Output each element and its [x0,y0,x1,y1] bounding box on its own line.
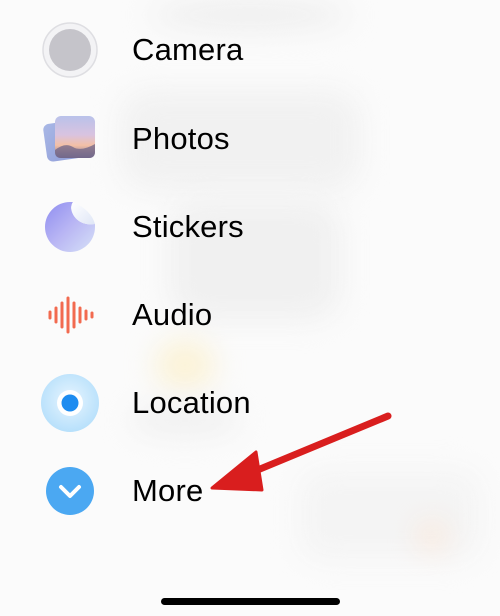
chevron-down-icon [40,461,100,521]
menu-item-label: Stickers [132,209,244,244]
menu-item-label: Photos [132,121,230,156]
menu-item-more[interactable]: More [40,456,360,526]
menu-item-label: Audio [132,297,213,332]
photos-icon [40,109,100,169]
menu-item-camera[interactable]: Camera [40,15,360,85]
home-indicator[interactable] [161,598,340,605]
menu-item-photos[interactable]: Photos [40,104,360,174]
stickers-icon [40,197,100,257]
menu-item-label: Location [132,385,251,420]
camera-icon [40,20,100,80]
menu-item-location[interactable]: Location [40,368,360,438]
menu-item-label: More [132,473,204,508]
menu-item-audio[interactable]: Audio [40,280,360,350]
audio-waveform-icon [40,285,100,345]
menu-item-label: Camera [132,32,244,67]
menu-item-stickers[interactable]: Stickers [40,192,360,262]
location-icon [40,373,100,433]
